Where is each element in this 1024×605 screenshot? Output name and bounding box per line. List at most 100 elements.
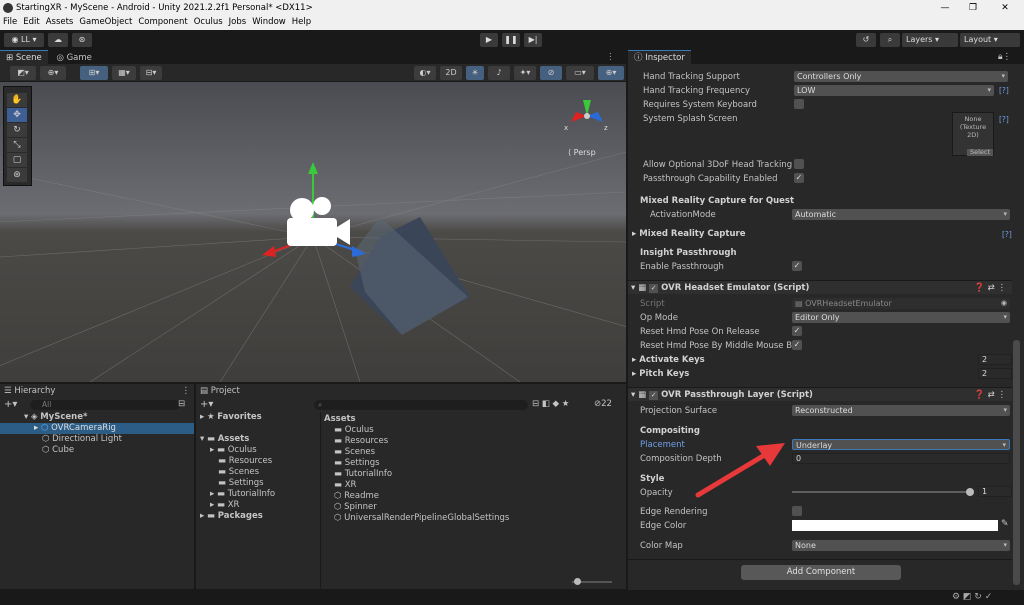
tree-item[interactable]: ▬ Scenes [196,467,320,478]
assets-row[interactable]: ▾ ▬ Assets [196,434,320,445]
more-icon[interactable]: ⋮ [606,50,615,64]
transform-tool-icon[interactable]: ⊛ [7,168,27,182]
component-menu-icon[interactable]: ❓ ⇄ ⋮ [974,281,1006,295]
pitch-keys-foldout[interactable]: ▸ Pitch Keys [632,369,689,379]
opacity-slider[interactable] [792,491,972,493]
lighting-icon[interactable]: ☀ [466,66,484,80]
grid-snap-icon[interactable]: ⊞▾ [80,66,108,80]
hierarchy-item[interactable]: ⬡ Cube [0,445,194,456]
content-item[interactable]: ▬ Resources [324,436,624,447]
search-icon[interactable]: ⌕ [880,33,900,47]
tree-item[interactable]: ▬ Settings [196,478,320,489]
placement-dropdown[interactable]: Underlay ▾ [792,439,1010,450]
activate-keys-count[interactable]: 2 [978,354,1012,365]
tree-item[interactable]: ▬ Resources [196,456,320,467]
maximize-button[interactable]: ❐ [958,0,988,16]
account-button[interactable]: ◉ LL ▾ [4,33,44,47]
content-item[interactable]: ▬ Settings [324,458,624,469]
mode-2d-button[interactable]: 2D [440,66,462,80]
menu-assets[interactable]: Assets [46,16,74,30]
pitch-keys-count[interactable]: 2 [978,368,1012,379]
status-icons[interactable]: ⚙ ◩ ↻ ✓ [952,592,992,602]
pause-button[interactable]: ❚❚ [502,33,520,47]
draw-mode-icon[interactable]: ◩▾ [10,66,36,80]
axis-gizmo[interactable]: x z [564,100,608,132]
minimize-button[interactable]: — [930,0,960,16]
help-link[interactable]: [?] [999,86,1009,95]
camera-gizmo-icon[interactable] [287,197,350,246]
help-link[interactable]: [?] [1002,230,1012,239]
menu-component[interactable]: Component [138,16,187,30]
headset-emulator-header[interactable]: ▾ ▦ ✓ OVR Headset Emulator (Script) ❓ ⇄ ⋮ [628,280,1012,294]
hierarchy-item[interactable]: ⬡ Directional Light [0,434,194,445]
menu-edit[interactable]: Edit [23,16,39,30]
effects-icon[interactable]: ✦▾ [514,66,536,80]
tab-inspector[interactable]: ⓘ Inspector [628,50,691,65]
edge-color-swatch[interactable] [792,520,998,531]
eyedropper-icon[interactable]: ✎ [1001,519,1009,529]
camera-icon[interactable]: ▭▾ [566,66,594,80]
edge-rendering-checkbox[interactable] [792,506,802,516]
collab-icon[interactable]: ⊛ [72,33,92,47]
component-enabled-checkbox[interactable]: ✓ [649,284,659,293]
hierarchy-search-input[interactable]: All [30,400,180,410]
hierarchy-item[interactable]: ▸ ⬡ OVRCameraRig [0,423,194,434]
hierarchy-tab[interactable]: ☰ Hierarchy ⋮ [0,384,194,398]
passthrough-layer-header[interactable]: ▾ ▦ ✓ OVR Passthrough Layer (Script) ❓ ⇄ … [628,387,1012,401]
menu-oculus[interactable]: Oculus [194,16,223,30]
shading-icon[interactable]: ◐▾ [414,66,436,80]
enable-passthrough-checkbox[interactable]: ✓ [792,261,802,271]
increment-icon[interactable]: ⊟▾ [140,66,162,80]
history-icon[interactable]: ↺ [856,33,876,47]
project-tab[interactable]: ▤ Project [196,384,626,398]
tree-item[interactable]: ▸ ▬ TutorialInfo [196,489,320,500]
scale-tool-icon[interactable]: ⤡ [7,138,27,152]
globe-icon[interactable]: ⊕▾ [40,66,66,80]
requires-keyboard-checkbox[interactable] [794,99,804,109]
opacity-field[interactable]: 1 [978,486,1012,497]
add-component-button[interactable]: Add Component [741,565,901,580]
hand-tracking-frequency-dropdown[interactable]: LOW ▾ [794,85,994,96]
scene-row[interactable]: ▾ ◈ MyScene* [0,412,194,423]
tab-game[interactable]: ◎ Game [50,51,97,65]
tree-item[interactable]: ▸ ▬ XR [196,500,320,511]
content-item[interactable]: ⬡ UniversalRenderPipelineGlobalSettings [324,513,624,524]
projection-surface-dropdown[interactable]: Reconstructed ▾ [792,405,1010,416]
component-enabled-checkbox[interactable]: ✓ [649,391,659,400]
menu-help[interactable]: Help [292,16,311,30]
zoom-slider-handle[interactable] [574,578,581,585]
packages-row[interactable]: ▸ ▬ Packages [196,511,320,522]
opmode-dropdown[interactable]: Editor Only ▾ [792,312,1010,323]
favorites-row[interactable]: ▸ ★ Favorites [196,412,320,423]
composition-depth-field[interactable]: 0 [792,453,1010,464]
menu-window[interactable]: Window [252,16,286,30]
activation-mode-dropdown[interactable]: Automatic ▾ [792,209,1010,220]
hand-tool-icon[interactable]: ✋ [7,93,27,107]
move-tool-icon[interactable]: ✥ [7,108,27,122]
content-item[interactable]: ⬡ Readme [324,491,624,502]
help-link[interactable]: [?] [999,115,1009,124]
close-button[interactable]: ✕ [990,0,1020,16]
scene-viewport[interactable]: x z ⟨ Persp [0,82,626,382]
content-item[interactable]: ▬ Scenes [324,447,624,458]
hidden-objects-icon[interactable]: ⊘ [540,66,562,80]
filter-icon[interactable]: ⊟ ◧ ◆ ★ [532,399,569,409]
more-icon[interactable]: ⋮ [182,384,191,398]
content-item[interactable]: ▬ Oculus [324,425,624,436]
mrc-foldout[interactable]: ▸ Mixed Reality Capture [632,229,745,239]
menu-jobs[interactable]: Jobs [229,16,247,30]
lock-icon[interactable]: 🔒︎⋮ [998,50,1011,64]
gizmos-icon[interactable]: ⊕▾ [598,66,624,80]
add-icon[interactable]: +▾ [200,399,213,410]
reset-middle-checkbox[interactable]: ✓ [792,340,802,350]
audio-icon[interactable]: ♪ [488,66,510,80]
passthrough-capability-checkbox[interactable]: ✓ [794,173,804,183]
layout-dropdown[interactable]: Layout ▾ [960,33,1020,47]
layers-dropdown[interactable]: Layers ▾ [902,33,958,47]
rect-tool-icon[interactable]: ▢ [7,153,27,167]
project-search-input[interactable]: ⌕ [314,400,528,410]
content-item[interactable]: ▬ TutorialInfo [324,469,624,480]
add-icon[interactable]: +▾ [4,399,17,410]
cloud-icon[interactable]: ☁ [48,33,68,47]
hand-tracking-support-dropdown[interactable]: Controllers Only ▾ [794,71,1008,82]
